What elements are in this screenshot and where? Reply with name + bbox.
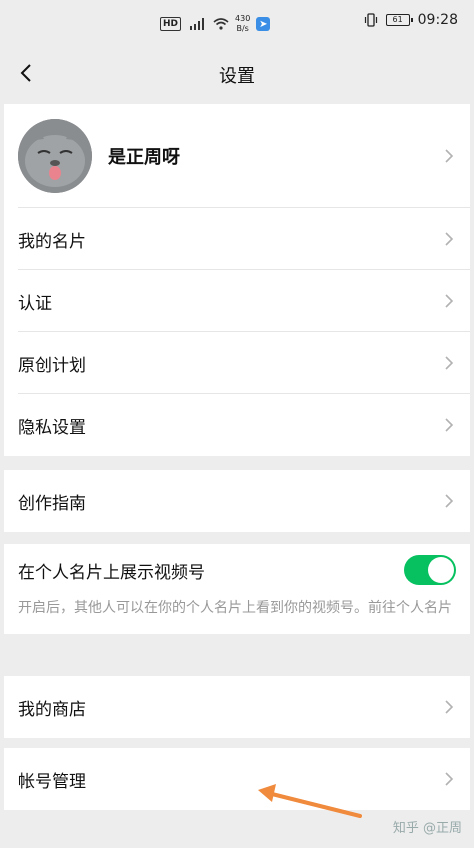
network-speed-unit: B/s (236, 24, 249, 33)
profile-row[interactable]: 是正周呀 (4, 104, 470, 208)
settings-item-label: 我的商店 (18, 699, 86, 720)
cellular-signal-icon (190, 18, 205, 30)
wifi-icon (213, 18, 229, 30)
chevron-right-icon (445, 700, 454, 714)
avatar (18, 119, 92, 193)
settings-group-account: 是正周呀 我的名片 认证 原创计划 隐私设置 (4, 104, 470, 456)
settings-item-my-shop[interactable]: 我的商店 (4, 676, 470, 738)
settings-item-verification[interactable]: 认证 (4, 270, 470, 332)
settings-item-label: 我的名片 (18, 231, 86, 252)
vibrate-icon (364, 13, 377, 27)
chevron-right-icon (445, 494, 454, 508)
chevron-right-icon (445, 232, 454, 246)
hd-badge: HD (160, 17, 182, 31)
watermark: 知乎 @正周 (392, 821, 462, 836)
chevron-right-icon (445, 356, 454, 370)
battery-icon: 61 (385, 14, 413, 26)
clock: 09:28 (417, 12, 458, 28)
page-title: 设置 (219, 66, 255, 87)
chevron-right-icon (445, 294, 454, 308)
show-channels-setting: 在个人名片上展示视频号 开启后，其他人可以在你的个人名片上看到你的视频号。前往个… (4, 544, 470, 634)
nav-bar: 设置 (0, 44, 474, 102)
profile-name: 是正周呀 (108, 147, 180, 168)
chevron-right-icon (445, 772, 454, 786)
settings-item-privacy[interactable]: 隐私设置 (4, 394, 470, 456)
settings-item-creator-guide[interactable]: 创作指南 (4, 470, 470, 532)
status-icons: HD 430 B/s ➤ (160, 14, 271, 34)
settings-item-label: 创作指南 (18, 493, 86, 514)
chevron-right-icon (445, 418, 454, 432)
cat-avatar-image (18, 119, 92, 193)
show-channels-description: 开启后，其他人可以在你的个人名片上看到你的视频号。前往个人名片 (18, 600, 452, 616)
settings-group-shop: 我的商店 (4, 676, 470, 738)
show-channels-label: 在个人名片上展示视频号 (18, 562, 205, 583)
toggle-knob (428, 557, 454, 583)
settings-item-account-management[interactable]: 帐号管理 (4, 748, 470, 810)
settings-item-label: 隐私设置 (18, 417, 86, 438)
settings-item-label: 认证 (18, 293, 52, 314)
network-speed-value: 430 (235, 14, 251, 23)
status-right: 61 09:28 (364, 12, 458, 28)
notification-app-icon: ➤ (256, 17, 271, 31)
show-channels-row: 在个人名片上展示视频号 (18, 544, 456, 596)
show-channels-toggle[interactable] (404, 555, 456, 585)
chevron-right-icon (445, 149, 454, 163)
settings-item-label: 帐号管理 (18, 771, 86, 792)
settings-group-channels: 在个人名片上展示视频号 开启后，其他人可以在你的个人名片上看到你的视频号。前往个… (4, 544, 470, 634)
status-bar: HD 430 B/s ➤ 61 09:28 (0, 0, 474, 44)
settings-item-original-program[interactable]: 原创计划 (4, 332, 470, 394)
settings-group-guide: 创作指南 (4, 470, 470, 532)
settings-group-account-management: 帐号管理 (4, 748, 470, 810)
settings-item-label: 原创计划 (18, 355, 86, 376)
annotation-arrow-icon (258, 784, 362, 818)
settings-item-business-card[interactable]: 我的名片 (4, 208, 470, 270)
network-speed: 430 B/s (235, 14, 250, 34)
